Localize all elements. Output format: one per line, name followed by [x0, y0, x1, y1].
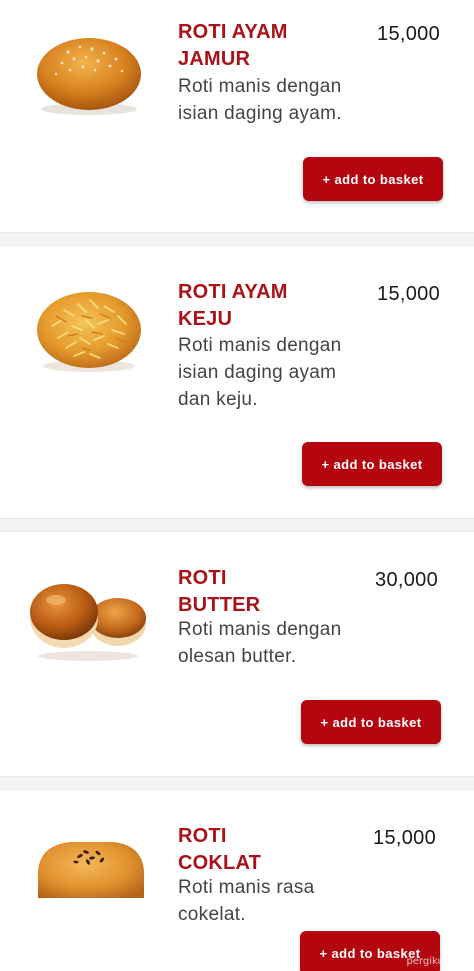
button-label: add to basket — [332, 714, 422, 730]
item-name: ROTI BUTTER — [178, 567, 261, 616]
item-description: Roti manis dengan olesan butter. — [178, 619, 342, 667]
item-name: ROTI COKLAT — [178, 825, 262, 874]
item-separator — [0, 776, 474, 790]
item-description: Roti manis dengan isian daging ayam dan … — [178, 335, 342, 410]
item-price: 15,000 — [377, 23, 440, 45]
bread-butter-icon — [30, 584, 146, 661]
menu-item-card: ROTI BUTTER 30,000 Roti manis dengan ole… — [0, 532, 474, 776]
plus-icon: + — [321, 456, 330, 472]
bread-keju-icon — [37, 292, 141, 372]
button-label: add to basket — [333, 456, 423, 472]
bread-jamur-icon — [37, 38, 141, 115]
plus-icon: + — [322, 171, 331, 187]
item-separator — [0, 232, 474, 246]
item-name: ROTI AYAM JAMUR — [178, 21, 288, 70]
item-price: 15,000 — [373, 827, 436, 849]
item-separator — [0, 518, 474, 532]
button-label: add to basket — [334, 171, 424, 187]
item-price: 15,000 — [377, 283, 440, 305]
add-to-basket-button[interactable]: + add to basket — [301, 700, 441, 744]
item-description: Roti manis dengan isian daging ayam. — [178, 76, 342, 124]
menu-item-card: ROTI AYAM KEJU 15,000 Roti manis dengan … — [0, 246, 474, 518]
item-name: ROTI AYAM KEJU — [178, 281, 288, 330]
menu-item-card: ROTI COKLAT 15,000 Roti manis rasa cokel… — [0, 790, 474, 971]
add-to-basket-button[interactable]: + add to basket — [302, 442, 442, 486]
add-to-basket-button[interactable]: + add to basket — [303, 157, 443, 201]
item-description: Roti manis rasa cokelat. — [178, 877, 315, 925]
bread-coklat-icon — [37, 842, 145, 898]
watermark: pergikuliner — [406, 956, 466, 967]
item-price: 30,000 — [375, 569, 438, 591]
plus-icon: + — [319, 945, 328, 961]
menu-item-card: ROTI AYAM JAMUR 15,000 Roti manis dengan… — [0, 0, 474, 232]
plus-icon: + — [320, 714, 329, 730]
menu-list: ROTI AYAM JAMUR 15,000 Roti manis dengan… — [0, 0, 474, 971]
